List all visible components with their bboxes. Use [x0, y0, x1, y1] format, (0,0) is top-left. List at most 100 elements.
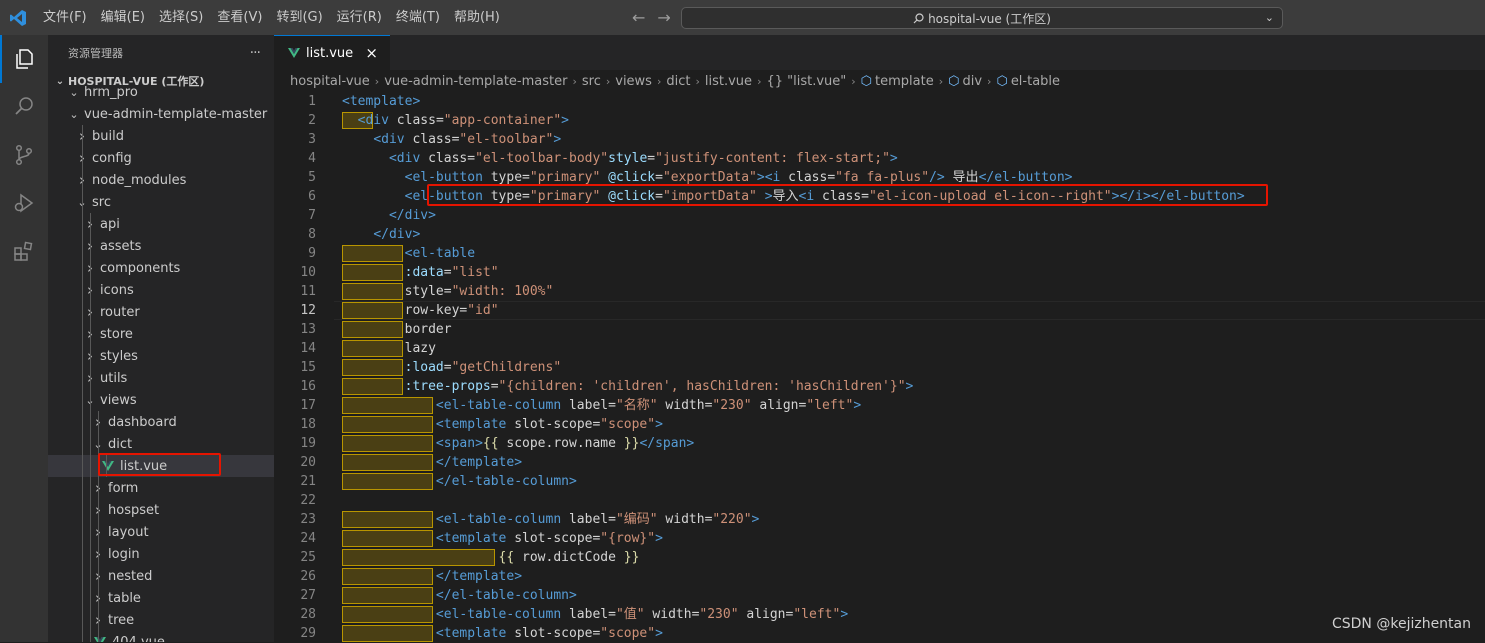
- folder-item[interactable]: ›build: [48, 125, 274, 147]
- code-line[interactable]: 20 </template>: [274, 453, 1485, 472]
- folder-item[interactable]: ›login: [48, 543, 274, 565]
- extensions-icon[interactable]: [0, 227, 48, 275]
- breadcrumb-item[interactable]: {} "list.vue": [766, 74, 846, 89]
- code-line[interactable]: 12 row-key="id": [274, 301, 1485, 320]
- folder-item[interactable]: ⌄dict: [48, 433, 274, 455]
- code-line[interactable]: 23 <el-table-column label="编码" width="22…: [274, 510, 1485, 529]
- code-line[interactable]: 2 <div class="app-container">: [274, 111, 1485, 130]
- forward-arrow-icon[interactable]: →: [657, 8, 670, 27]
- source-control-icon[interactable]: [0, 131, 48, 179]
- menu-item[interactable]: 运行(R): [330, 0, 389, 35]
- code-line[interactable]: 27 </el-table-column>: [274, 586, 1485, 605]
- code-line[interactable]: 26 </template>: [274, 567, 1485, 586]
- indent-guide: [90, 499, 91, 521]
- breadcrumb-item[interactable]: src: [582, 74, 601, 89]
- breadcrumb-item[interactable]: views: [615, 74, 652, 89]
- chevron-right-icon: ›: [695, 74, 700, 88]
- code-line[interactable]: 15 :load="getChildrens": [274, 358, 1485, 377]
- folder-item[interactable]: ⌄ hrm_pro: [48, 81, 274, 103]
- folder-item[interactable]: ›router: [48, 301, 274, 323]
- code-text: :tree-props="{children: 'children', hasC…: [404, 379, 914, 394]
- menu-item[interactable]: 终端(T): [389, 0, 447, 35]
- code-line[interactable]: 8 </div>: [274, 225, 1485, 244]
- folder-item[interactable]: ›table: [48, 587, 274, 609]
- code-line[interactable]: 22: [274, 491, 1485, 510]
- menu-item[interactable]: 查看(V): [210, 0, 269, 35]
- menu-item[interactable]: 编辑(E): [94, 0, 152, 35]
- folder-item[interactable]: ›config: [48, 147, 274, 169]
- menu-item[interactable]: 转到(G): [269, 0, 329, 35]
- code-line[interactable]: 4 <div class="el-toolbar-body"style="jus…: [274, 149, 1485, 168]
- folder-item[interactable]: ›nested: [48, 565, 274, 587]
- folder-item[interactable]: ›form: [48, 477, 274, 499]
- breadcrumb-item[interactable]: hospital-vue: [290, 74, 370, 89]
- command-center-search[interactable]: hospital-vue (工作区) ⌄: [681, 7, 1283, 29]
- more-actions-icon[interactable]: ···: [250, 45, 261, 61]
- search-icon[interactable]: [0, 83, 48, 131]
- code-line[interactable]: 7 </div>: [274, 206, 1485, 225]
- code-line[interactable]: 1 <template>: [274, 92, 1485, 111]
- folder-item[interactable]: ›dashboard: [48, 411, 274, 433]
- code-text: </div>: [373, 227, 421, 242]
- indent-guide: [82, 235, 83, 257]
- folder-item[interactable]: ›store: [48, 323, 274, 345]
- close-icon[interactable]: ×: [365, 44, 378, 62]
- code-line[interactable]: 16 :tree-props="{children: 'children', h…: [274, 377, 1485, 396]
- menu-item[interactable]: 选择(S): [152, 0, 210, 35]
- menu-item[interactable]: 文件(F): [36, 0, 94, 35]
- breadcrumb-item[interactable]: template: [875, 74, 934, 89]
- folder-item[interactable]: ›layout: [48, 521, 274, 543]
- folder-item[interactable]: ›styles: [48, 345, 274, 367]
- indent-guide: [90, 521, 91, 543]
- folder-item[interactable]: ›tree: [48, 609, 274, 631]
- breadcrumb-item[interactable]: div: [962, 74, 982, 89]
- folder-item[interactable]: ⌄src: [48, 191, 274, 213]
- code-line[interactable]: 9 <el-table: [274, 244, 1485, 263]
- symbol-icon: ⬡: [860, 73, 873, 89]
- code-line[interactable]: 21 </el-table-column>: [274, 472, 1485, 491]
- code-line[interactable]: 3 <div class="el-toolbar">: [274, 130, 1485, 149]
- line-number: 23: [300, 512, 316, 527]
- folder-item[interactable]: ⌄views: [48, 389, 274, 411]
- folder-item[interactable]: ⌄ vue-admin-template-master: [48, 103, 274, 125]
- code-line[interactable]: 18 <template slot-scope="scope">: [274, 415, 1485, 434]
- breadcrumb-item[interactable]: list.vue: [705, 74, 752, 89]
- run-debug-icon[interactable]: [0, 179, 48, 227]
- indent-guide: [90, 477, 91, 499]
- code-line[interactable]: 14 lazy: [274, 339, 1485, 358]
- explorer-icon[interactable]: [0, 35, 48, 83]
- code-line[interactable]: 17 <el-table-column label="名称" width="23…: [274, 396, 1485, 415]
- code-line[interactable]: 24 <template slot-scope="{row}">: [274, 529, 1485, 548]
- code-editor[interactable]: 1 <template> 2 <div class="app-container">…: [274, 92, 1485, 642]
- folder-item[interactable]: ›node_modules: [48, 169, 274, 191]
- indent-guide: [90, 411, 91, 433]
- folder-item[interactable]: ›hospset: [48, 499, 274, 521]
- breadcrumb-item[interactable]: dict: [666, 74, 690, 89]
- code-line[interactable]: 29 <template slot-scope="scope">: [274, 624, 1485, 643]
- breadcrumb-item[interactable]: vue-admin-template-master: [384, 74, 567, 89]
- menu-item[interactable]: 帮助(H): [447, 0, 507, 35]
- folder-item[interactable]: ›utils: [48, 367, 274, 389]
- tree-item-label: utils: [100, 370, 128, 386]
- code-line[interactable]: 10 :data="list": [274, 263, 1485, 282]
- tree-item-label: nested: [108, 568, 153, 584]
- chevron-down-icon[interactable]: ⌄: [1265, 11, 1274, 24]
- breadcrumb-item[interactable]: el-table: [1011, 74, 1060, 89]
- back-arrow-icon[interactable]: ←: [632, 8, 645, 27]
- code-line[interactable]: 13 border: [274, 320, 1485, 339]
- code-line[interactable]: 11 style="width: 100%": [274, 282, 1485, 301]
- folder-item[interactable]: ›components: [48, 257, 274, 279]
- line-number: 29: [300, 626, 316, 641]
- file-item[interactable]: 404.vue: [48, 631, 274, 642]
- indent-guide: [90, 367, 91, 389]
- code-line[interactable]: 19 <span>{{ scope.row.name }}</span>: [274, 434, 1485, 453]
- explorer-header: 资源管理器 ···: [48, 35, 274, 70]
- folder-item[interactable]: ›api: [48, 213, 274, 235]
- code-text: style="width: 100%": [342, 284, 554, 299]
- folder-item[interactable]: ›icons: [48, 279, 274, 301]
- code-line[interactable]: 25 {{ row.dictCode }}: [274, 548, 1485, 567]
- line-number: 7: [308, 208, 316, 223]
- folder-item[interactable]: ›assets: [48, 235, 274, 257]
- tab-list-vue[interactable]: list.vue ×: [274, 35, 390, 70]
- code-line[interactable]: 28 <el-table-column label="值" width="230…: [274, 605, 1485, 624]
